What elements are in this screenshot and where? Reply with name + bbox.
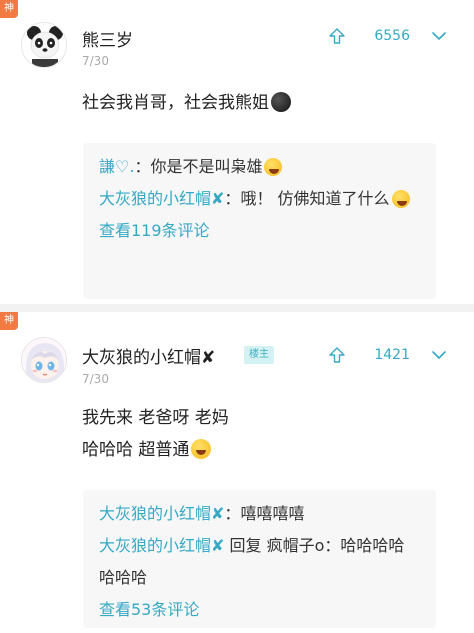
x-mark-icon: ✘ — [211, 189, 225, 208]
laugh-cry-emoji-icon — [264, 158, 283, 176]
reply-author[interactable]: 大灰狼的小红帽 — [99, 536, 211, 555]
username[interactable]: 大灰狼的小红帽✘ — [82, 343, 215, 368]
reply-list: 大灰狼的小红帽✘：嘻嘻嘻嘻 大灰狼的小红帽✘ 回复 疯帽子o：哈哈哈哈哈哈哈 查… — [83, 490, 436, 628]
avatar[interactable] — [21, 337, 67, 383]
upvote-count: 1421 — [374, 347, 410, 363]
reply-text: 嘻嘻嘻嘻 — [240, 504, 305, 523]
view-more-replies-link[interactable]: 查看53条评论 — [99, 594, 420, 626]
dark-face-emoji-icon — [271, 92, 291, 112]
comment-text: 我先来 老爸呀 老妈 哈哈哈 超普通 — [82, 408, 229, 460]
reply-item[interactable]: 大灰狼的小红帽✘ 回复 疯帽子o：哈哈哈哈哈哈哈 — [99, 530, 420, 594]
comment-card: 神 大灰狼的小红帽✘ 楼主 7/30 1421 我先来 老爸呀 老妈 哈哈哈 超… — [0, 312, 474, 633]
reply-author[interactable]: 大灰狼的小红帽 — [99, 189, 211, 208]
view-more-replies-link[interactable]: 查看119条评论 — [99, 215, 420, 247]
laugh-cry-emoji-icon — [191, 439, 212, 459]
avatar[interactable] — [21, 22, 67, 68]
comment-text: 社会我肖哥，社会我熊姐 — [82, 87, 291, 119]
arrow-up-icon[interactable] — [328, 346, 346, 364]
reply-item[interactable]: 大灰狼的小红帽✘：哦！ 仿佛知道了什么 — [99, 183, 420, 215]
panda-avatar-icon — [22, 23, 66, 67]
x-mark-icon: ✘ — [201, 348, 216, 368]
reply-author[interactable]: 大灰狼的小红帽 — [99, 504, 211, 523]
reply-author[interactable]: 謙♡. — [99, 157, 134, 176]
x-mark-icon: ✘ — [211, 536, 225, 555]
anime-girl-avatar-icon — [22, 338, 66, 382]
arrow-up-icon[interactable] — [328, 27, 346, 45]
host-badge: 楼主 — [244, 346, 274, 364]
god-comment-badge: 神 — [0, 0, 18, 18]
god-comment-badge: 神 — [0, 312, 18, 330]
upvote-count: 6556 — [374, 28, 410, 44]
reply-list: 謙♡.：你是不是叫枭雄 大灰狼的小红帽✘：哦！ 仿佛知道了什么 查看119条评论 — [83, 143, 436, 299]
divider — [0, 304, 474, 312]
reply-item[interactable]: 大灰狼的小红帽✘：嘻嘻嘻嘻 — [99, 498, 420, 530]
comment-date: 7/30 — [82, 54, 109, 68]
laugh-cry-emoji-icon — [391, 190, 410, 208]
reply-item[interactable]: 謙♡.：你是不是叫枭雄 — [99, 151, 420, 183]
comment-card: 神 熊三岁 7/30 6556 社会我肖哥，社会我熊姐 謙♡.：你是不是叫枭雄 … — [0, 0, 474, 304]
vote-controls: 1421 — [328, 343, 448, 367]
x-mark-icon: ✘ — [211, 504, 225, 523]
comment-date: 7/30 — [82, 372, 109, 386]
vote-controls: 6556 — [328, 24, 448, 48]
chevron-down-icon[interactable] — [430, 27, 448, 45]
username[interactable]: 熊三岁 — [82, 26, 133, 51]
reply-text: 哦！ 仿佛知道了什么 — [240, 189, 390, 208]
chevron-down-icon[interactable] — [430, 346, 448, 364]
reply-text: 你是不是叫枭雄 — [150, 157, 263, 176]
